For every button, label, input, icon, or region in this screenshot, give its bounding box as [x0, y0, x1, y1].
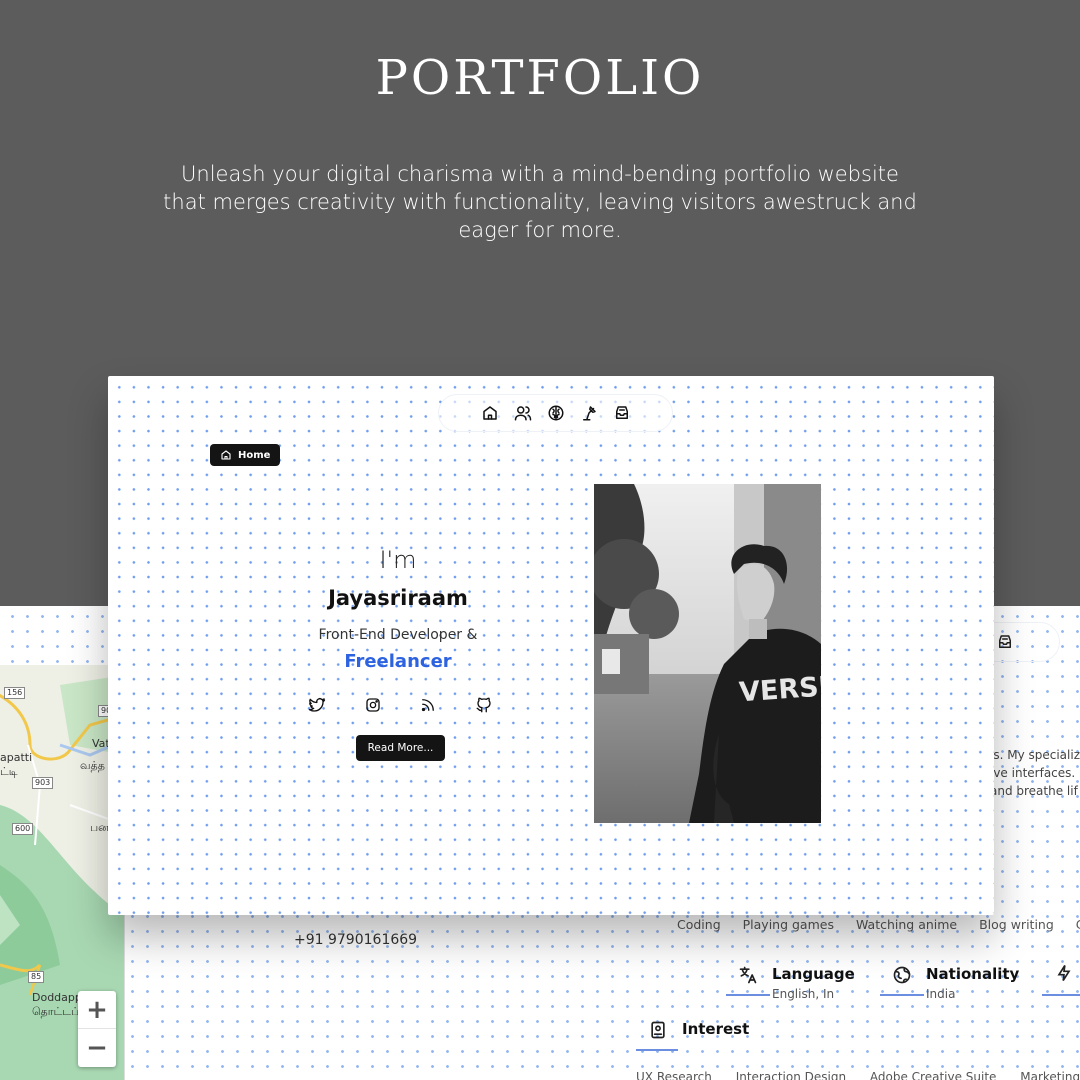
- interest-heading: Interest: [648, 1020, 749, 1040]
- zoom-out-button[interactable]: −: [78, 1029, 116, 1067]
- interest-title: Interest: [682, 1020, 750, 1038]
- map-label: Doddapp: [32, 991, 82, 1004]
- interest-item: Interaction Design: [735, 1070, 847, 1080]
- road-badge: 85: [28, 971, 45, 983]
- portfolio-card: Home I'm Jayasriraam Front-End Developer…: [108, 376, 994, 915]
- tooltip-label: Home: [238, 449, 271, 461]
- instagram-icon[interactable]: [364, 696, 382, 714]
- nav-about[interactable]: [514, 404, 532, 422]
- github-icon[interactable]: [475, 696, 493, 714]
- road-badge: 903: [32, 777, 54, 789]
- inbox-icon[interactable]: [996, 633, 1014, 651]
- promo-title: PORTFOLIO: [375, 50, 705, 106]
- translate-icon: [739, 966, 757, 984]
- hero-greeting: I'm: [379, 546, 417, 574]
- home-icon: [482, 406, 497, 420]
- map-zoom-control: + −: [78, 991, 116, 1067]
- brain-icon: [548, 405, 563, 421]
- hobby-item: Playing games: [742, 917, 834, 932]
- nav-tooltip: Home: [210, 444, 281, 466]
- twitter-icon[interactable]: [308, 696, 326, 714]
- nav-contact[interactable]: [613, 404, 631, 422]
- read-more-button[interactable]: Read More...: [356, 735, 445, 761]
- underline: [726, 994, 770, 996]
- info-value: English, In: [772, 987, 835, 1001]
- inbox-icon: [615, 406, 628, 419]
- about-text-line: and breathe lif: [990, 784, 1078, 798]
- home-icon: [221, 450, 231, 460]
- hero-name: Jayasriraam: [328, 586, 468, 610]
- interest-item: Adobe Creative Suite: [869, 1070, 997, 1080]
- underline: [636, 1049, 678, 1051]
- book-icon: [651, 1021, 665, 1039]
- social-links: [308, 696, 493, 714]
- users-icon: [514, 406, 531, 421]
- lamp-icon: [582, 406, 596, 421]
- underline: [1042, 994, 1080, 996]
- nav-home[interactable]: [481, 404, 499, 422]
- underline: [880, 994, 924, 996]
- hobby-item: Watching anime: [855, 917, 958, 932]
- map-label: பன: [90, 821, 109, 834]
- road-badge: 600: [12, 823, 34, 835]
- interest-item: Marketing S: [1020, 1070, 1080, 1080]
- map-label: apatti: [0, 751, 33, 764]
- info-label: Nationality: [926, 965, 1020, 983]
- hero-role: Front-End Developer &: [318, 627, 478, 643]
- hobby-item: Cr: [1076, 917, 1080, 932]
- hobby-item: Coding: [677, 917, 721, 932]
- promo-subtitle: Unleash your digital charisma with a min…: [163, 162, 917, 242]
- nav-bar: [438, 394, 673, 432]
- road-badge: 156: [4, 687, 26, 699]
- zoom-in-button[interactable]: +: [78, 991, 116, 1029]
- info-label: Language: [772, 965, 855, 983]
- phone-number: +91 9790161669: [294, 932, 418, 948]
- about-text-line: js. My specializ: [990, 748, 1080, 762]
- interest-item: UX Research: [636, 1070, 712, 1080]
- about-text-line: ive interfaces. I: [990, 766, 1080, 780]
- nav-skills[interactable]: [547, 404, 565, 422]
- hobby-item: Blog writing: [979, 917, 1054, 932]
- interests-list: UX Research Interaction Design Adobe Cre…: [636, 1070, 1080, 1080]
- hero-role-highlight: Freelancer: [344, 651, 452, 672]
- rss-icon[interactable]: [419, 696, 437, 714]
- hobbies-list: Coding Playing games Watching anime Blog…: [677, 917, 1080, 932]
- map-label: வத்த: [80, 759, 105, 772]
- bolt-icon: [1057, 965, 1071, 981]
- globe-icon: [893, 966, 911, 984]
- map-label: ட்டி: [0, 765, 18, 778]
- info-value: India: [926, 987, 956, 1001]
- profile-photo: VERSUS: [594, 484, 821, 823]
- nav-projects[interactable]: [580, 404, 598, 422]
